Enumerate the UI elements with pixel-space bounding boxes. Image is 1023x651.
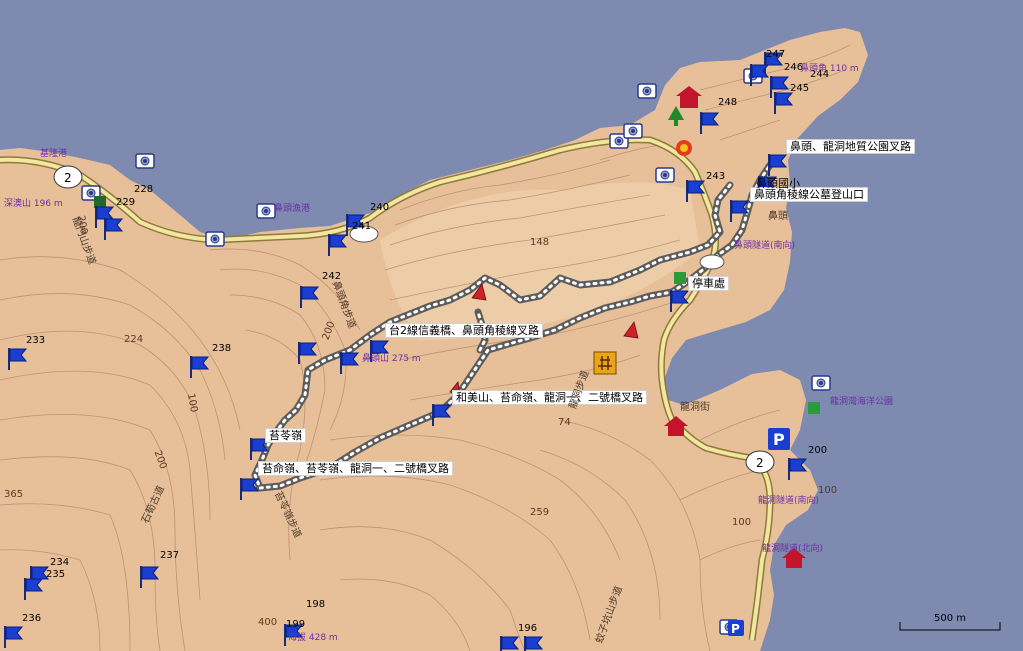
waypoint-233: 233 <box>26 335 46 346</box>
restaurant-icon[interactable] <box>676 140 692 156</box>
place-label: 龍洞灣海洋公園 <box>830 397 894 407</box>
scale-label: 500 m <box>934 613 967 624</box>
contour-label: 100 <box>818 485 838 496</box>
place-label: 龍洞街 <box>680 402 710 413</box>
waypoint-234: 234 <box>50 557 70 568</box>
waypoint-199: 199 <box>286 619 306 630</box>
place-label: 龍洞隧道(北向) <box>762 544 824 554</box>
waypoint-237: 237 <box>160 550 180 561</box>
place-label: 鼻頭山 275 m <box>362 354 421 364</box>
place-label: 鼻頭角 110 m <box>800 64 859 74</box>
spot-height: 224 <box>124 334 144 345</box>
camera-icon[interactable] <box>623 123 643 139</box>
place-label: 深澳山 196 m <box>4 199 63 209</box>
callout-parking[interactable]: 停車處 <box>688 276 729 291</box>
route-2a-label: 2 <box>64 171 72 185</box>
svg-text:P: P <box>773 430 785 449</box>
callout-tailing-ridge[interactable]: 苔苓嶺 <box>265 428 306 443</box>
waypoint-235: 235 <box>46 569 66 580</box>
place-label: 鼻頭 <box>768 211 788 222</box>
waypoint-240: 240 <box>370 202 390 213</box>
camera-icon[interactable] <box>637 83 657 99</box>
camera-icon[interactable] <box>135 153 155 169</box>
spot-height: 148 <box>530 237 550 248</box>
scenic-spot-icon[interactable] <box>593 351 617 375</box>
spot-height: 74 <box>558 417 571 428</box>
contour-label: 100 <box>184 392 200 414</box>
callout-taiming-junction[interactable]: 苔命嶺、苔苓嶺、龍洞一、二號橋叉路 <box>258 461 453 476</box>
camera-icon[interactable] <box>655 167 675 183</box>
waypoint-243: 243 <box>706 171 726 182</box>
waypoint-245: 245 <box>790 83 810 94</box>
waypoint-228: 228 <box>134 184 154 195</box>
waypoint-200: 200 <box>808 445 828 456</box>
route-2b-label: 2 <box>756 456 764 470</box>
camera-icon[interactable] <box>205 231 225 247</box>
parking-icon[interactable]: P <box>768 428 790 450</box>
place-label: 龍洞隧道(南向) <box>758 496 820 506</box>
place-label: 鼻頭隧道(南向) <box>734 241 796 251</box>
camera-icon[interactable] <box>256 203 276 219</box>
callout-bitou-longdong-junction[interactable]: 鼻頭、龍洞地質公園叉路 <box>786 139 915 154</box>
waypoint-198: 198 <box>306 599 326 610</box>
contour-label: 400 <box>258 617 278 628</box>
svg-text:P: P <box>731 622 740 636</box>
contour-label: 365 <box>4 489 24 500</box>
trailhead-icon[interactable] <box>808 402 820 414</box>
waypoint-247: 247 <box>766 49 786 60</box>
waypoint-236: 236 <box>22 613 42 624</box>
place-label: 海拔 428 m <box>288 633 338 643</box>
callout-xinyi-bridge-junction[interactable]: 台2線信義橋、鼻頭角稜線叉路 <box>385 323 543 338</box>
place-label: 基隆港 <box>40 149 68 159</box>
parking-icon[interactable]: P <box>728 620 744 636</box>
callout-bitou-school[interactable]: 鼻頭國小 <box>756 178 800 189</box>
waypoint-248: 248 <box>718 97 738 108</box>
waypoint-238: 238 <box>212 343 232 354</box>
waypoint-229: 229 <box>116 197 136 208</box>
km-marker-243 <box>699 254 725 270</box>
callout-hemei-junction[interactable]: 和美山、苔命嶺、龍洞一、二號橋叉路 <box>452 390 647 405</box>
trailhead-icon[interactable] <box>674 272 686 284</box>
spot-height: 259 <box>530 507 550 518</box>
waypoint-196: 196 <box>518 623 538 634</box>
waypoint-241: 241 <box>352 221 372 232</box>
camera-icon[interactable] <box>811 375 831 391</box>
contour-label: 100 <box>732 517 752 528</box>
place-label: 鼻頭漁港 <box>274 204 311 214</box>
